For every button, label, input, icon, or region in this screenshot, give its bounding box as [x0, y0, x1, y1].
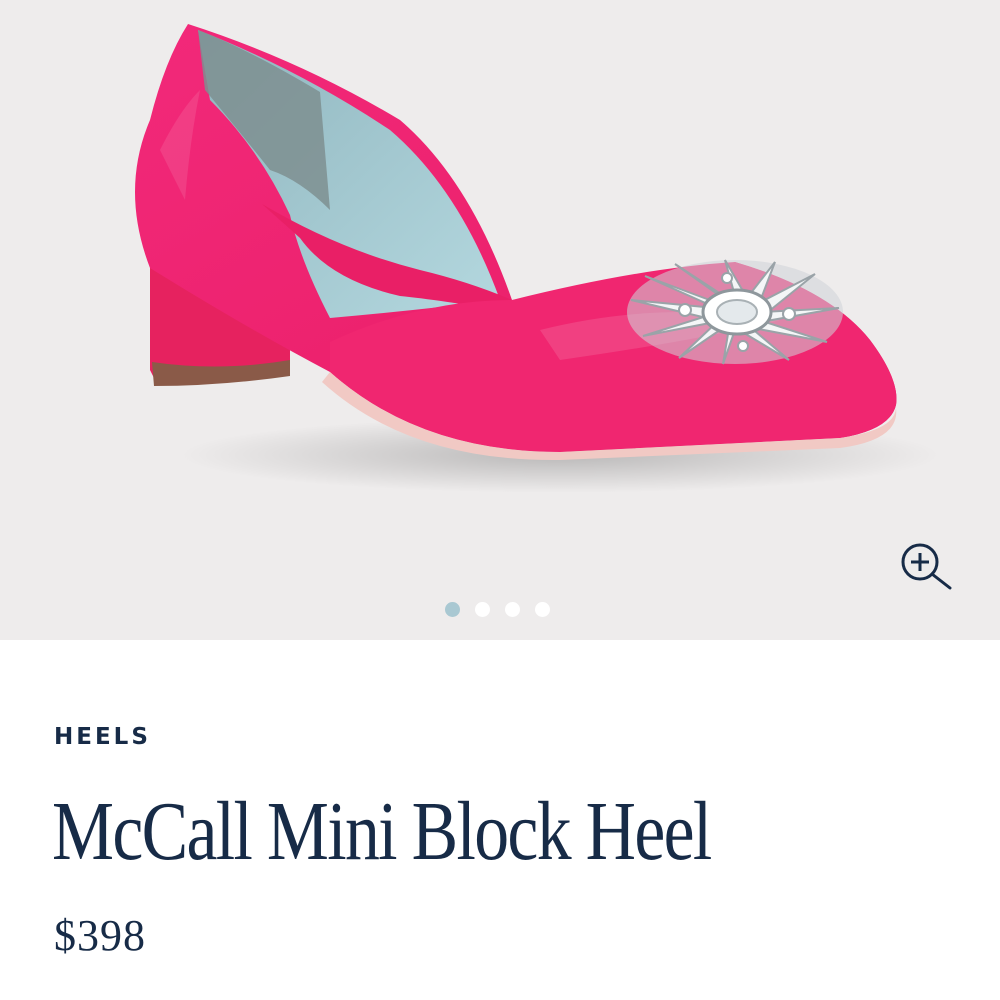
product-image[interactable]	[0, 0, 1000, 640]
carousel-dot-2[interactable]	[475, 602, 490, 617]
carousel-dot-1[interactable]	[445, 602, 460, 617]
carousel-dot-4[interactable]	[535, 602, 550, 617]
product-info: HEELS McCall Mini Block Heel $398	[0, 640, 1000, 1000]
carousel-dot-3[interactable]	[505, 602, 520, 617]
product-page: HEELS McCall Mini Block Heel $398	[0, 0, 1000, 1000]
product-title: McCall Mini Block Heel	[52, 785, 712, 878]
product-price: $398	[54, 911, 146, 960]
carousel-dots	[445, 602, 550, 618]
product-image-gallery[interactable]	[0, 0, 1000, 640]
product-category[interactable]: HEELS	[54, 724, 151, 750]
zoom-button[interactable]	[896, 538, 958, 594]
zoom-in-icon	[901, 543, 952, 590]
crystal-brooch	[627, 259, 843, 365]
